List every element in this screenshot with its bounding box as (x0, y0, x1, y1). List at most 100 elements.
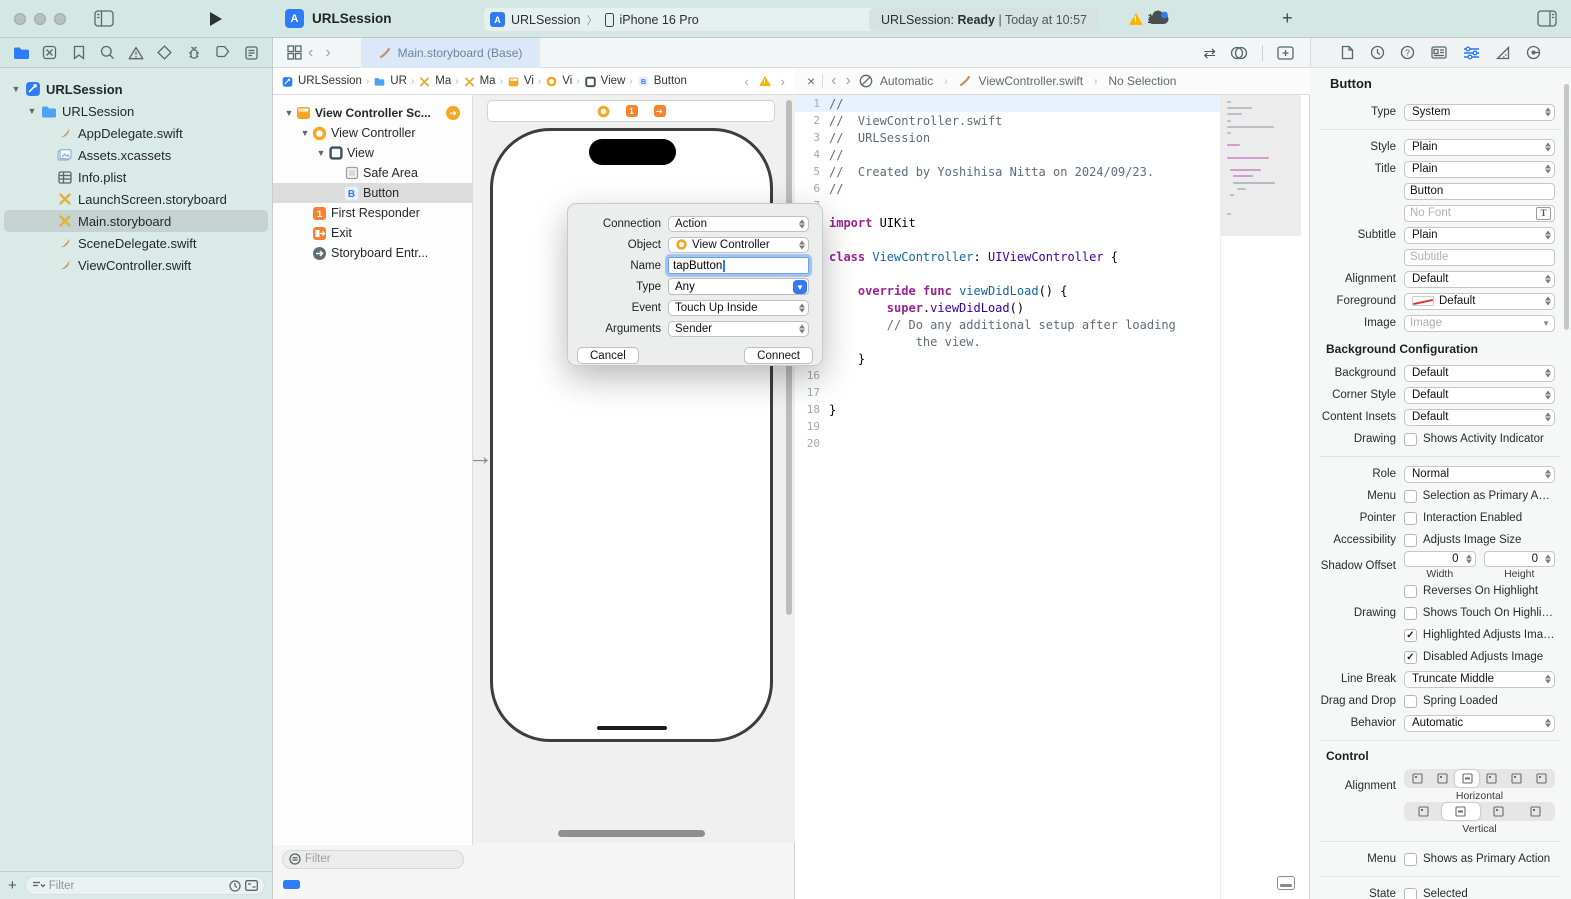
navigator-tab-debug-icon[interactable] (183, 45, 205, 60)
corner-style-select[interactable]: Default (1404, 387, 1555, 404)
zoom-window-button[interactable] (54, 13, 66, 25)
source-control-filter-icon[interactable] (245, 880, 258, 891)
inspector-scrollbar[interactable] (1564, 84, 1569, 330)
navigator-tab-bookmarks-icon[interactable] (68, 45, 90, 60)
code-line[interactable]: 10class ViewController: UIViewController… (795, 248, 1220, 265)
breadcrumb-item[interactable]: UR (373, 75, 407, 88)
cancel-button[interactable]: Cancel (577, 347, 639, 364)
style-select[interactable]: Plain (1404, 139, 1555, 156)
jumpbar-selection[interactable]: No Selection (1108, 74, 1176, 88)
code-line[interactable]: the view. (795, 333, 1220, 350)
related-items-icon[interactable] (287, 45, 302, 60)
scene-first-responder-icon[interactable]: 1 (626, 105, 638, 117)
name-input[interactable]: tapButton (668, 257, 809, 274)
alignment-select[interactable]: Default (1404, 271, 1555, 288)
selected-checkbox[interactable]: Selected (1404, 888, 1555, 899)
disclosure-icon[interactable]: ▼ (26, 106, 38, 116)
reverses-on-highlight-checkbox[interactable]: Reverses On Highlight (1404, 585, 1555, 598)
navigator-tab-breakpoints-icon[interactable] (211, 46, 233, 59)
editor-forward-icon[interactable]: › (845, 72, 852, 90)
font-picker-icon[interactable]: T (1536, 207, 1551, 220)
breadcrumb-forward-icon[interactable]: › (779, 74, 787, 89)
disclosure-icon[interactable]: ▼ (283, 108, 295, 118)
code-line[interactable]: 15 } (795, 350, 1220, 367)
connection-select[interactable]: Action (668, 216, 809, 232)
editor-options-icon[interactable] (1230, 46, 1248, 60)
segment-3[interactable] (1479, 770, 1504, 787)
outline-row-exit[interactable]: Exit (273, 223, 472, 243)
outline-row-button[interactable]: BButton (273, 183, 472, 203)
inspector-tab-attributes-icon[interactable] (1463, 46, 1480, 60)
code-line[interactable]: 17 (795, 384, 1220, 401)
segment-5[interactable] (1529, 770, 1554, 787)
segment-2[interactable] (1455, 770, 1480, 787)
code-line[interactable]: 7 (795, 197, 1220, 214)
subtitle-select[interactable]: Plain (1404, 227, 1555, 244)
add-toolbar-button[interactable]: + (1282, 8, 1293, 29)
breadcrumb-item[interactable]: Vi (507, 75, 534, 88)
scene-exit-icon[interactable]: ➔ (654, 105, 666, 117)
navigator-tab-issues-icon[interactable] (125, 46, 147, 60)
shows-activity-indicator-checkbox[interactable]: Shows Activity Indicator (1404, 433, 1555, 446)
disclosure-icon[interactable]: ▼ (299, 128, 311, 138)
outline-row-view-controller[interactable]: ▼View Controller (273, 123, 472, 143)
file-row-assets-xcassets[interactable]: Assets.xcassets (4, 144, 268, 166)
chevron-down-icon[interactable]: ▼ (1542, 319, 1550, 328)
event-select[interactable]: Touch Up Inside (668, 300, 809, 316)
editor-minimap[interactable] (1220, 95, 1300, 899)
connect-button[interactable]: Connect (744, 347, 813, 364)
navigator-tab-find-icon[interactable] (96, 45, 118, 60)
source-code-area[interactable]: 1//2// ViewController.swift3// URLSessio… (795, 95, 1220, 899)
font-field[interactable]: No FontT (1404, 205, 1555, 222)
breadcrumb-item[interactable]: Vi (545, 75, 572, 88)
code-line[interactable]: 4// (795, 146, 1220, 163)
add-editor-icon[interactable] (1277, 46, 1294, 60)
minimize-window-button[interactable] (34, 13, 46, 25)
file-row-urlsession[interactable]: ▼URLSession (4, 78, 268, 100)
file-row-scenedelegate-swift[interactable]: SceneDelegate.swift (4, 232, 268, 254)
code-line[interactable]: 5// Created by Yoshihisa Nitta on 2024/0… (795, 163, 1220, 180)
file-row-viewcontroller-swift[interactable]: ViewController.swift (4, 254, 268, 276)
disabled-adjusts-image-checkbox[interactable]: ✓Disabled Adjusts Image (1404, 651, 1555, 664)
segment-1[interactable] (1430, 770, 1455, 787)
counterpart-mode-icon[interactable] (859, 74, 873, 88)
jumpbar-mode[interactable]: Automatic (880, 74, 933, 88)
breadcrumb-item[interactable]: View (584, 75, 626, 88)
disclosure-icon[interactable]: ▼ (315, 148, 327, 158)
text-field[interactable]: Subtitle (1404, 249, 1555, 266)
activity-status[interactable]: URLSession: Ready | Today at 10:57 (869, 8, 1099, 31)
file-row-launchscreen-storyboard[interactable]: LaunchScreen.storyboard (4, 188, 268, 210)
close-window-button[interactable] (14, 13, 26, 25)
disclosure-icon[interactable]: ▼ (10, 84, 22, 94)
file-row-appdelegate-swift[interactable]: AppDelegate.swift (4, 122, 268, 144)
breadcrumb-back-icon[interactable]: ‹ (742, 74, 750, 89)
segment-0[interactable] (1405, 803, 1442, 820)
editor-back-icon[interactable]: ‹ (830, 72, 837, 90)
navigator-tab-tests-icon[interactable] (154, 45, 176, 60)
goto-scene-icon[interactable]: ➜ (446, 106, 460, 120)
back-icon[interactable]: ‹ (302, 44, 319, 62)
arguments-select[interactable]: Sender (668, 321, 809, 337)
outline-filter-field[interactable]: Filter (282, 850, 464, 869)
navigator-tab-source-control-icon[interactable] (39, 45, 61, 60)
shows-as-primary-action-checkbox[interactable]: Shows as Primary Action (1404, 853, 1555, 866)
navigator-tab-reports-icon[interactable] (240, 46, 262, 60)
breadcrumb-item[interactable]: URLSession (281, 75, 362, 88)
file-row-main-storyboard[interactable]: Main.storyboard (4, 210, 268, 232)
code-line[interactable]: 19 (795, 418, 1220, 435)
scheme-device-label[interactable]: iPhone 16 Pro (619, 13, 698, 27)
code-line[interactable]: 16 (795, 367, 1220, 384)
outline-toggle-indicator[interactable] (283, 880, 300, 889)
code-line[interactable]: 20 (795, 435, 1220, 452)
foreground-select[interactable]: Default (1404, 293, 1555, 310)
outline-row-first-responder[interactable]: 1First Responder (273, 203, 472, 223)
tab-main-storyboard[interactable]: Main.storyboard (Base) (361, 38, 541, 68)
shadow-height-field[interactable]: 0 (1484, 551, 1556, 567)
breadcrumb-item[interactable]: Ma (418, 75, 451, 88)
interaction-enabled-checkbox[interactable]: Interaction Enabled (1404, 512, 1555, 525)
file-row-info-plist[interactable]: Info.plist (4, 166, 268, 188)
background-select[interactable]: Default (1404, 365, 1555, 382)
behavior-select[interactable]: Automatic (1404, 715, 1555, 732)
button-field[interactable]: Button (1404, 183, 1555, 200)
file-row-urlsession[interactable]: ▼URLSession (4, 100, 268, 122)
